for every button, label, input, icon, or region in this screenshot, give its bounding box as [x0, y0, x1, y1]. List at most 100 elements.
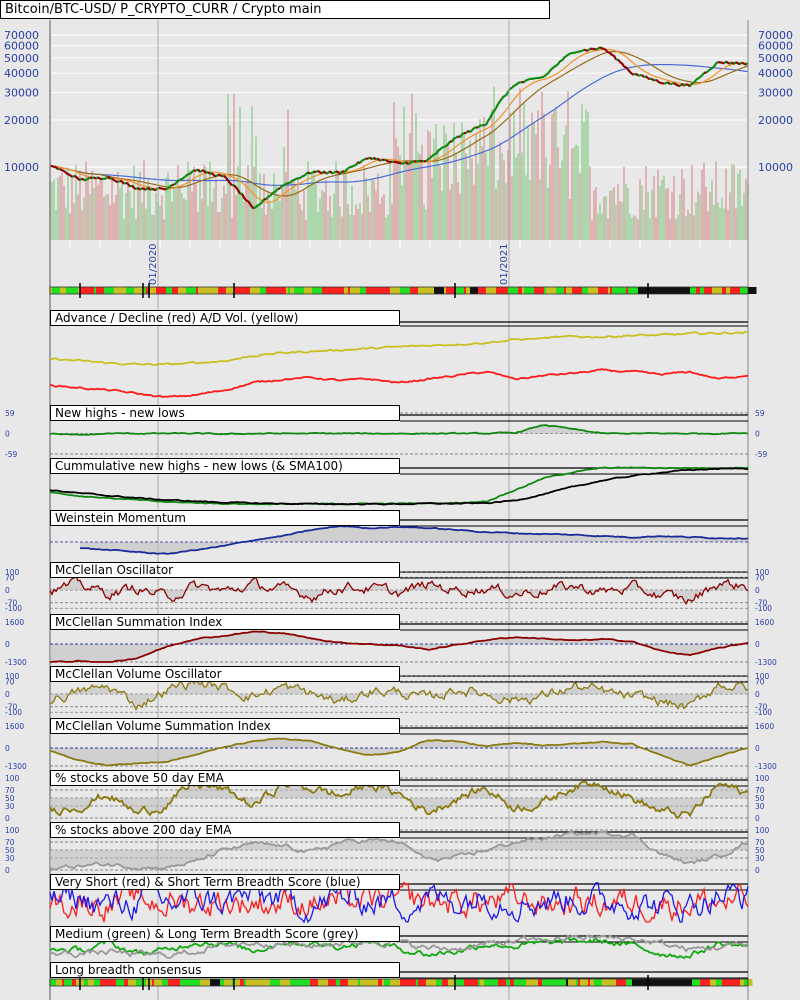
volume-bar	[79, 170, 81, 240]
price-candle	[395, 160, 399, 164]
breadth-bar-top-segment	[312, 287, 323, 294]
long-breadth-consensus-segment	[248, 979, 257, 986]
volume-bar	[539, 179, 541, 240]
volume-bar	[575, 144, 577, 240]
volume-bar	[215, 178, 217, 240]
volume-bar	[123, 218, 125, 240]
volume-bar	[621, 202, 623, 240]
volume-bar	[665, 188, 667, 240]
price-candle	[477, 124, 481, 129]
volume-bar	[135, 219, 137, 240]
price-candle	[151, 187, 155, 191]
breadth-bar-top-segment	[60, 287, 67, 294]
price-candle	[619, 61, 623, 65]
price-candle	[555, 63, 559, 67]
mcclellan-volume-summation-title: McClellan Volume Summation Index	[50, 718, 400, 734]
price-candle	[51, 165, 55, 168]
price-candle	[409, 160, 413, 165]
mcclellan-volume-summation-tick-right: -1300	[755, 762, 777, 771]
pct-above-200ema-tick-right: 100	[755, 826, 770, 835]
volume-bar	[261, 208, 263, 240]
price-candle	[429, 155, 433, 159]
volume-bar	[377, 173, 379, 240]
price-candle	[255, 204, 259, 208]
price-candle	[97, 176, 101, 180]
volume-bar	[93, 187, 95, 240]
volume-bar	[237, 166, 239, 240]
price-candle	[179, 178, 183, 181]
long-breadth-consensus-segment	[580, 979, 589, 986]
volume-bar	[533, 122, 535, 240]
price-candle	[525, 78, 529, 82]
mcclellan-summation-tick-right: 1600	[755, 618, 774, 627]
mcclellan-summation-tick-left: 1600	[5, 618, 24, 627]
price-candle	[439, 146, 443, 151]
price-candle	[65, 171, 69, 176]
long-breadth-consensus-segment	[200, 979, 211, 986]
breadth-bar-top-segment	[612, 287, 621, 294]
price-candle	[333, 170, 337, 174]
volume-bar	[325, 179, 327, 240]
volume-bar	[317, 211, 319, 240]
pct-above-200ema-tick-left: 30	[5, 854, 15, 863]
price-candle	[269, 192, 273, 197]
long-breadth-consensus-segment	[516, 979, 527, 986]
long-breadth-consensus-segment	[328, 979, 337, 986]
volume-bar	[83, 197, 85, 240]
volume-bar	[409, 132, 411, 240]
price-candle	[219, 173, 223, 178]
breadth-bar-top-segment	[382, 287, 387, 294]
breadth-bar-top-segment	[456, 287, 465, 294]
volume-bar	[227, 94, 229, 240]
price-candle	[273, 190, 277, 194]
volume-bar	[743, 192, 745, 240]
volume-bar	[563, 134, 565, 240]
volume-bar	[591, 219, 593, 240]
volume-bar	[459, 194, 461, 240]
long-breadth-consensus-segment	[106, 979, 117, 986]
long-breadth-consensus-title: Long breadth consensus	[50, 962, 400, 978]
volume-bar	[705, 187, 707, 240]
breadth-bar-top-segment	[556, 287, 565, 294]
price-candle	[117, 179, 121, 183]
volume-bar	[337, 173, 339, 240]
breadth-bar-top-segment	[242, 287, 251, 294]
mcclellan-volume-oscillator-tick-right: 70	[755, 677, 765, 686]
pct-above-50ema-title: % stocks above 50 day EMA	[50, 770, 400, 786]
price-candle	[223, 175, 227, 179]
volume-bar	[103, 197, 105, 240]
price-candle	[165, 187, 169, 191]
price-candle	[543, 73, 547, 78]
long-breadth-consensus-segment	[506, 979, 511, 986]
volume-bar	[145, 208, 147, 240]
volume-bar	[161, 195, 163, 240]
long-breadth-consensus-segment	[210, 979, 221, 986]
mcclellan-summation-title: McClellan Summation Index	[50, 614, 400, 630]
price-candle	[683, 83, 687, 87]
long-breadth-consensus-segment	[340, 979, 349, 986]
volume-bar	[287, 109, 289, 241]
price-candle	[75, 175, 79, 180]
volume-bar	[597, 213, 599, 240]
volume-bar	[483, 116, 485, 240]
volume-bar	[579, 173, 581, 240]
price-candle	[583, 48, 587, 52]
volume-bar	[645, 166, 647, 240]
price-candle	[553, 64, 557, 68]
price-candle	[345, 167, 349, 172]
volume-bar	[515, 157, 517, 240]
volume-bar	[59, 175, 61, 240]
price-candle	[73, 174, 77, 178]
volume-bar	[233, 93, 235, 240]
short-breadth-score-title: Very Short (red) & Short Term Breadth Sc…	[50, 874, 400, 890]
volume-bar	[559, 168, 561, 240]
volume-bar	[269, 200, 271, 240]
long-breadth-consensus-segment	[530, 979, 539, 986]
price-candle	[705, 70, 709, 74]
volume-bar	[171, 201, 173, 240]
volume-bar	[501, 152, 503, 240]
volume-bar	[557, 147, 559, 240]
volume-bar	[241, 191, 243, 240]
long-breadth-consensus-segment	[458, 979, 465, 986]
price-candle	[317, 169, 321, 174]
